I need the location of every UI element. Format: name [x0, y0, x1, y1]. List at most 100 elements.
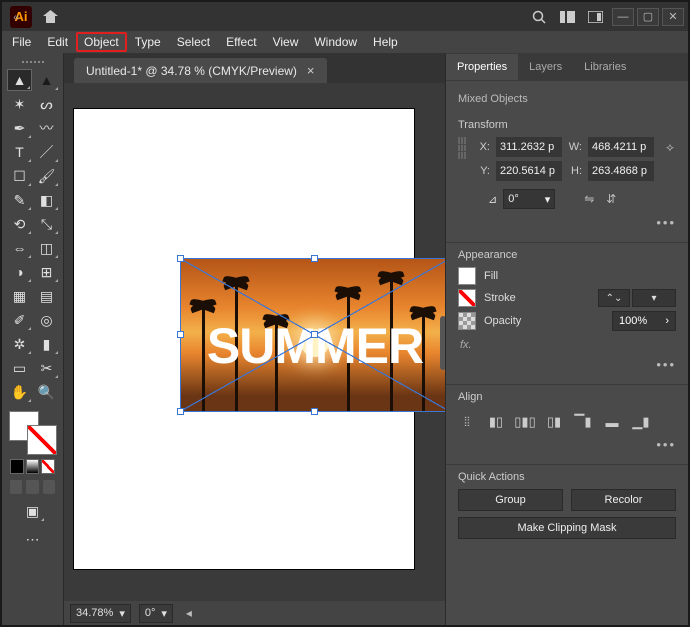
rotate-input[interactable]: 0°▾	[503, 189, 555, 209]
stroke-swatch[interactable]	[458, 289, 476, 307]
free-transform-tool[interactable]: ◫	[34, 237, 59, 259]
close-button[interactable]: ✕	[662, 8, 684, 26]
align-to-icon[interactable]: ⦙⦙	[458, 413, 476, 431]
make-clipping-mask-button[interactable]: Make Clipping Mask	[458, 517, 676, 539]
flip-horizontal-icon[interactable]: ⇋	[581, 191, 597, 207]
vertical-scrollbar[interactable]	[440, 316, 445, 370]
shape-builder-tool[interactable]: ◑	[7, 261, 32, 283]
stroke-weight-dropdown[interactable]: ▾	[632, 289, 676, 307]
recolor-button[interactable]: Recolor	[571, 489, 676, 511]
minimize-button[interactable]: —	[612, 8, 634, 26]
width-tool[interactable]: ⇔	[7, 237, 32, 259]
color-swatch-solid[interactable]	[10, 459, 24, 474]
menu-window[interactable]: Window	[306, 32, 365, 52]
hand-tool[interactable]: ✋	[7, 381, 32, 403]
tab-properties[interactable]: Properties	[446, 54, 518, 80]
fill-stroke-swatch[interactable]	[9, 411, 57, 455]
group-button[interactable]: Group	[458, 489, 563, 511]
align-v-center-icon[interactable]: ▬	[603, 413, 621, 431]
eyedropper-tool[interactable]: ✐	[7, 309, 32, 331]
stroke-color[interactable]	[27, 425, 57, 455]
slice-tool[interactable]: ✂	[34, 357, 59, 379]
direct-selection-tool[interactable]: ▲	[34, 69, 59, 91]
home-icon[interactable]	[39, 6, 61, 28]
artboard-tool[interactable]: ▭	[7, 357, 32, 379]
zoom-tool[interactable]: 🔍	[34, 381, 59, 403]
appearance-more-options[interactable]: •••	[458, 355, 676, 378]
search-icon[interactable]	[528, 6, 550, 28]
workspace-switcher-icon[interactable]	[584, 6, 606, 28]
menu-object[interactable]: Object	[76, 32, 127, 52]
align-left-icon[interactable]: ▮▯	[487, 413, 505, 431]
menu-help[interactable]: Help	[365, 32, 406, 52]
menubar: File Edit Object Type Select Effect View…	[2, 31, 688, 53]
tab-layers[interactable]: Layers	[518, 54, 573, 80]
shaper-tool[interactable]: ✎	[7, 189, 32, 211]
transform-more-options[interactable]: •••	[458, 213, 676, 236]
flip-vertical-icon[interactable]: ⇵	[603, 191, 619, 207]
maximize-button[interactable]: ▢	[637, 8, 659, 26]
selected-objects[interactable]: SUMMER	[181, 259, 445, 411]
y-label: Y:	[476, 165, 490, 177]
x-input[interactable]	[496, 137, 562, 157]
color-swatch-none[interactable]	[41, 459, 55, 474]
document-tab[interactable]: Untitled-1* @ 34.78 % (CMYK/Preview) ×	[74, 58, 327, 83]
paintbrush-tool[interactable]: 🖌	[34, 165, 59, 187]
menu-effect[interactable]: Effect	[218, 32, 264, 52]
rotate-view-combo[interactable]: 0°▾	[139, 604, 173, 623]
lasso-tool[interactable]: ᔕ	[34, 93, 59, 115]
rectangle-tool[interactable]: ☐	[7, 165, 32, 187]
y-input[interactable]	[496, 161, 562, 181]
gradient-tool[interactable]: ▤	[34, 285, 59, 307]
pen-tool[interactable]: ✒	[7, 117, 32, 139]
menu-select[interactable]: Select	[169, 32, 218, 52]
artboard-prev-icon[interactable]: ◂	[181, 605, 197, 621]
mesh-tool[interactable]: ▦	[7, 285, 32, 307]
edit-toolbar-button[interactable]: ⋯	[20, 528, 45, 550]
menu-type[interactable]: Type	[127, 32, 169, 52]
menu-file[interactable]: File	[4, 32, 39, 52]
align-top-icon[interactable]: ▔▮	[574, 413, 592, 431]
tab-libraries[interactable]: Libraries	[573, 54, 637, 80]
close-tab-icon[interactable]: ×	[307, 63, 315, 78]
rotate-tool[interactable]: ⟲	[7, 213, 32, 235]
curvature-tool[interactable]: 〰	[34, 117, 59, 139]
collapse-left-icon[interactable]: «	[10, 12, 22, 22]
eraser-tool[interactable]: ◧	[34, 189, 59, 211]
w-input[interactable]	[588, 137, 654, 157]
perspective-grid-tool[interactable]: ⊞	[34, 261, 59, 283]
add-effect-button[interactable]: fx.	[458, 335, 676, 355]
magic-wand-tool[interactable]: ✶	[7, 93, 32, 115]
screen-mode-button[interactable]: ▣	[20, 500, 45, 522]
menu-edit[interactable]: Edit	[39, 32, 76, 52]
opacity-input[interactable]: 100%›	[612, 311, 676, 331]
zoom-level-combo[interactable]: 34.78%▾	[70, 604, 131, 623]
reference-point-grid[interactable]	[458, 137, 466, 159]
menu-view[interactable]: View	[265, 32, 307, 52]
canvas[interactable]: SUMMER	[64, 83, 445, 601]
h-input[interactable]	[588, 161, 654, 181]
document-tab-title: Untitled-1* @ 34.78 % (CMYK/Preview)	[86, 64, 297, 78]
draw-normal[interactable]	[10, 480, 22, 494]
status-bar: 34.78%▾ 0°▾ ◂	[64, 601, 445, 625]
constrain-proportions-icon[interactable]: ⟡	[662, 139, 678, 155]
column-graph-tool[interactable]: ▮	[34, 333, 59, 355]
color-swatch-gradient[interactable]	[26, 459, 40, 474]
line-segment-tool[interactable]: ／	[34, 141, 59, 163]
stroke-weight-stepper[interactable]: ⌃⌄	[598, 289, 630, 307]
panel-grip[interactable]	[4, 57, 61, 67]
arrange-documents-icon[interactable]	[556, 6, 578, 28]
align-more-options[interactable]: •••	[458, 435, 676, 458]
type-tool[interactable]: T	[7, 141, 32, 163]
draw-inside[interactable]	[43, 480, 55, 494]
scale-tool[interactable]: ⤡	[34, 213, 59, 235]
draw-behind[interactable]	[26, 480, 38, 494]
fill-swatch[interactable]	[458, 267, 476, 285]
blend-tool[interactable]: ◎	[34, 309, 59, 331]
symbol-sprayer-tool[interactable]: ✲	[7, 333, 32, 355]
align-right-icon[interactable]: ▯▮	[545, 413, 563, 431]
align-h-center-icon[interactable]: ▯▮▯	[516, 413, 534, 431]
opacity-swatch[interactable]	[458, 312, 476, 330]
selection-tool[interactable]: ▲	[7, 69, 32, 91]
align-bottom-icon[interactable]: ▁▮	[632, 413, 650, 431]
